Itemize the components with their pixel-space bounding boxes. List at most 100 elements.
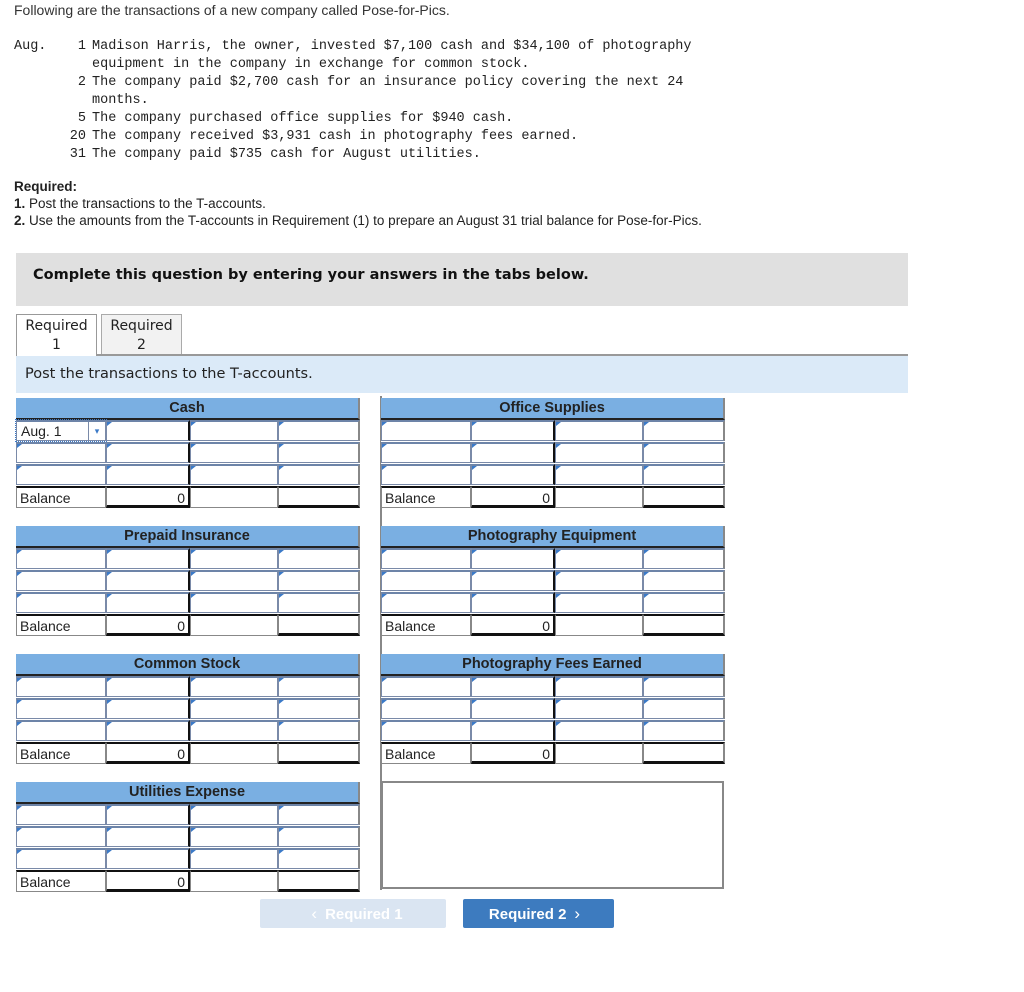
credit-date-input[interactable] — [555, 420, 643, 441]
credit-amount-input[interactable] — [278, 442, 360, 463]
credit-amount-input[interactable] — [278, 720, 360, 741]
credit-date-input[interactable] — [555, 570, 643, 591]
credit-amount-input[interactable] — [643, 570, 725, 591]
credit-amount-input[interactable] — [278, 592, 360, 613]
credit-amount-input[interactable] — [278, 848, 360, 869]
debit-date-input[interactable] — [381, 420, 471, 441]
debit-amount-input[interactable] — [106, 826, 190, 847]
credit-date-input[interactable] — [190, 570, 278, 591]
credit-date-input[interactable] — [555, 464, 643, 485]
debit-date-input[interactable] — [16, 676, 106, 697]
debit-amount-input[interactable] — [106, 420, 190, 441]
debit-amount-input[interactable] — [106, 548, 190, 569]
credit-date-input[interactable] — [190, 548, 278, 569]
credit-amount-input[interactable] — [643, 442, 725, 463]
credit-date-input[interactable] — [555, 698, 643, 719]
credit-amount-input[interactable] — [278, 464, 360, 485]
debit-date-input[interactable] — [16, 570, 106, 591]
debit-amount-input[interactable] — [106, 570, 190, 591]
credit-amount-input[interactable] — [643, 720, 725, 741]
debit-amount-input[interactable] — [471, 592, 555, 613]
debit-amount-input[interactable] — [471, 720, 555, 741]
debit-amount-input[interactable] — [106, 804, 190, 825]
debit-amount-input[interactable] — [471, 420, 555, 441]
debit-amount-input[interactable] — [471, 676, 555, 697]
debit-balance-value: 0 — [106, 742, 190, 764]
debit-date-input[interactable] — [381, 548, 471, 569]
taccount-common-stock: Common Stock Balance 0 — [16, 654, 360, 764]
balance-row: Balance 0 — [381, 742, 725, 764]
credit-amount-input[interactable] — [643, 676, 725, 697]
debit-amount-input[interactable] — [471, 698, 555, 719]
credit-date-input[interactable] — [555, 676, 643, 697]
debit-amount-input[interactable] — [106, 676, 190, 697]
debit-amount-input[interactable] — [471, 464, 555, 485]
credit-amount-input[interactable] — [278, 698, 360, 719]
credit-date-input[interactable] — [190, 420, 278, 441]
debit-date-select[interactable]: Aug. 1 ▾ — [15, 419, 107, 442]
balance-label: Balance — [16, 870, 106, 892]
debit-date-input[interactable] — [381, 592, 471, 613]
credit-date-input[interactable] — [190, 676, 278, 697]
credit-balance-value — [643, 742, 725, 764]
credit-date-input[interactable] — [190, 804, 278, 825]
credit-date-input[interactable] — [555, 442, 643, 463]
credit-date-input[interactable] — [190, 720, 278, 741]
tab-required-2[interactable]: Required 2 — [101, 314, 182, 354]
prev-required-button[interactable]: ‹ Required 1 — [260, 899, 446, 928]
debit-amount-input[interactable] — [471, 442, 555, 463]
credit-amount-input[interactable] — [278, 570, 360, 591]
debit-date-input[interactable] — [381, 698, 471, 719]
debit-date-input[interactable] — [16, 464, 106, 485]
debit-amount-input[interactable] — [471, 570, 555, 591]
credit-amount-input[interactable] — [643, 698, 725, 719]
debit-date-input[interactable] — [16, 804, 106, 825]
credit-date-input[interactable] — [555, 720, 643, 741]
debit-date-input[interactable] — [381, 676, 471, 697]
credit-date-input[interactable] — [190, 464, 278, 485]
credit-date-input[interactable] — [190, 848, 278, 869]
balance-label: Balance — [381, 486, 471, 508]
debit-date-input[interactable] — [16, 698, 106, 719]
credit-date-input[interactable] — [555, 592, 643, 613]
debit-amount-input[interactable] — [106, 698, 190, 719]
credit-date-input[interactable] — [190, 442, 278, 463]
debit-amount-input[interactable] — [106, 592, 190, 613]
debit-amount-input[interactable] — [106, 464, 190, 485]
transaction-text: The company paid $735 cash for August ut… — [92, 147, 481, 162]
debit-date-input[interactable] — [381, 570, 471, 591]
debit-date-input[interactable] — [16, 548, 106, 569]
credit-amount-input[interactable] — [278, 420, 360, 441]
taccount-entry-row — [16, 548, 360, 570]
credit-amount-input[interactable] — [278, 676, 360, 697]
credit-amount-input[interactable] — [643, 548, 725, 569]
debit-date-input[interactable] — [16, 848, 106, 869]
credit-amount-input[interactable] — [278, 826, 360, 847]
debit-amount-input[interactable] — [106, 720, 190, 741]
debit-amount-input[interactable] — [106, 442, 190, 463]
debit-amount-input[interactable] — [471, 548, 555, 569]
debit-date-input[interactable] — [16, 720, 106, 741]
credit-amount-input[interactable] — [643, 464, 725, 485]
transaction-day: 2 — [77, 75, 86, 90]
debit-date-input[interactable] — [381, 464, 471, 485]
credit-date-input[interactable] — [190, 826, 278, 847]
debit-date-input[interactable] — [381, 442, 471, 463]
debit-date-input[interactable] — [16, 826, 106, 847]
debit-date-input[interactable] — [16, 442, 106, 463]
dropdown-arrow-icon[interactable]: ▾ — [88, 422, 105, 440]
tab-required-1[interactable]: Required 1 — [16, 314, 97, 356]
credit-amount-input[interactable] — [278, 804, 360, 825]
credit-date-input[interactable] — [190, 698, 278, 719]
credit-amount-input[interactable] — [643, 592, 725, 613]
credit-amount-input[interactable] — [643, 420, 725, 441]
credit-date-input[interactable] — [555, 548, 643, 569]
credit-balance-value — [643, 614, 725, 636]
credit-date-input[interactable] — [190, 592, 278, 613]
next-required-button[interactable]: Required 2 › — [463, 899, 614, 928]
debit-date-input[interactable] — [381, 720, 471, 741]
credit-amount-input[interactable] — [278, 548, 360, 569]
credit-balance-value — [278, 486, 360, 508]
debit-amount-input[interactable] — [106, 848, 190, 869]
debit-date-input[interactable] — [16, 592, 106, 613]
